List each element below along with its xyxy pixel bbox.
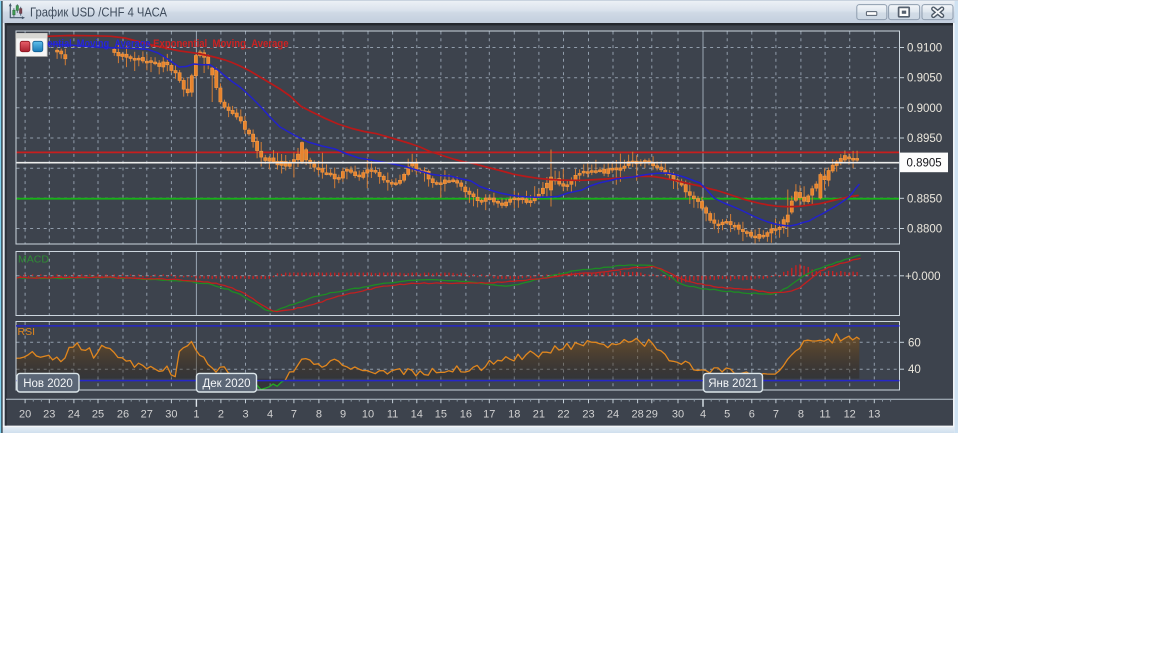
svg-text:Дек 2020: Дек 2020 xyxy=(203,378,251,390)
svg-text:Янв 2021: Янв 2021 xyxy=(708,378,758,390)
svg-text:График USD /CHF 4 ЧАСА: График USD /CHF 4 ЧАСА xyxy=(30,5,167,20)
svg-text:9: 9 xyxy=(340,409,346,421)
svg-text:8: 8 xyxy=(798,409,804,421)
svg-text:1: 1 xyxy=(193,409,199,421)
svg-text:27: 27 xyxy=(141,409,153,421)
svg-text:18: 18 xyxy=(508,409,520,421)
svg-text:0.8800: 0.8800 xyxy=(907,224,942,236)
svg-text:22: 22 xyxy=(557,409,569,421)
svg-text:ential_Moving_Average.Exponent: ential_Moving_Average.Exponential_Moving… xyxy=(48,38,289,50)
svg-text:17: 17 xyxy=(483,409,495,421)
svg-text:24: 24 xyxy=(607,409,619,421)
svg-text:23: 23 xyxy=(43,409,55,421)
svg-text:RSI: RSI xyxy=(18,326,36,338)
svg-text:10: 10 xyxy=(362,409,374,421)
svg-text:25: 25 xyxy=(92,409,104,421)
svg-text:3: 3 xyxy=(242,409,248,421)
svg-text:20: 20 xyxy=(19,409,31,421)
svg-text:26: 26 xyxy=(117,409,129,421)
svg-text:0.8905: 0.8905 xyxy=(907,158,942,170)
svg-text:Нов 2020: Нов 2020 xyxy=(23,378,73,390)
svg-text:0.9050: 0.9050 xyxy=(907,73,942,85)
svg-text:21: 21 xyxy=(533,409,545,421)
svg-text:13: 13 xyxy=(868,409,880,421)
svg-text:0.8950: 0.8950 xyxy=(907,133,942,145)
svg-text:29: 29 xyxy=(646,409,658,421)
svg-text:60: 60 xyxy=(908,337,921,349)
svg-text:5: 5 xyxy=(724,409,730,421)
svg-text:24: 24 xyxy=(68,409,80,421)
svg-text:16: 16 xyxy=(460,409,472,421)
svg-text:30: 30 xyxy=(165,409,177,421)
svg-text:2: 2 xyxy=(218,409,224,421)
svg-text:0.8850: 0.8850 xyxy=(907,193,942,205)
svg-text:23: 23 xyxy=(582,409,594,421)
svg-text:7: 7 xyxy=(773,409,779,421)
svg-text:11: 11 xyxy=(819,409,830,421)
svg-text:MACD: MACD xyxy=(18,254,49,266)
svg-text:14: 14 xyxy=(411,409,423,421)
svg-text:+0.000: +0.000 xyxy=(905,271,941,283)
svg-text:7: 7 xyxy=(291,409,297,421)
svg-text:4: 4 xyxy=(700,409,706,421)
svg-text:0.9000: 0.9000 xyxy=(907,103,942,115)
svg-text:6: 6 xyxy=(749,409,755,421)
svg-text:8: 8 xyxy=(316,409,322,421)
svg-text:15: 15 xyxy=(435,409,447,421)
svg-text:11: 11 xyxy=(387,409,398,421)
svg-text:28: 28 xyxy=(631,409,643,421)
svg-text:12: 12 xyxy=(844,409,856,421)
svg-text:0.9100: 0.9100 xyxy=(907,43,942,55)
svg-text:4: 4 xyxy=(267,409,273,421)
svg-text:30: 30 xyxy=(672,409,684,421)
svg-text:40: 40 xyxy=(908,364,921,376)
